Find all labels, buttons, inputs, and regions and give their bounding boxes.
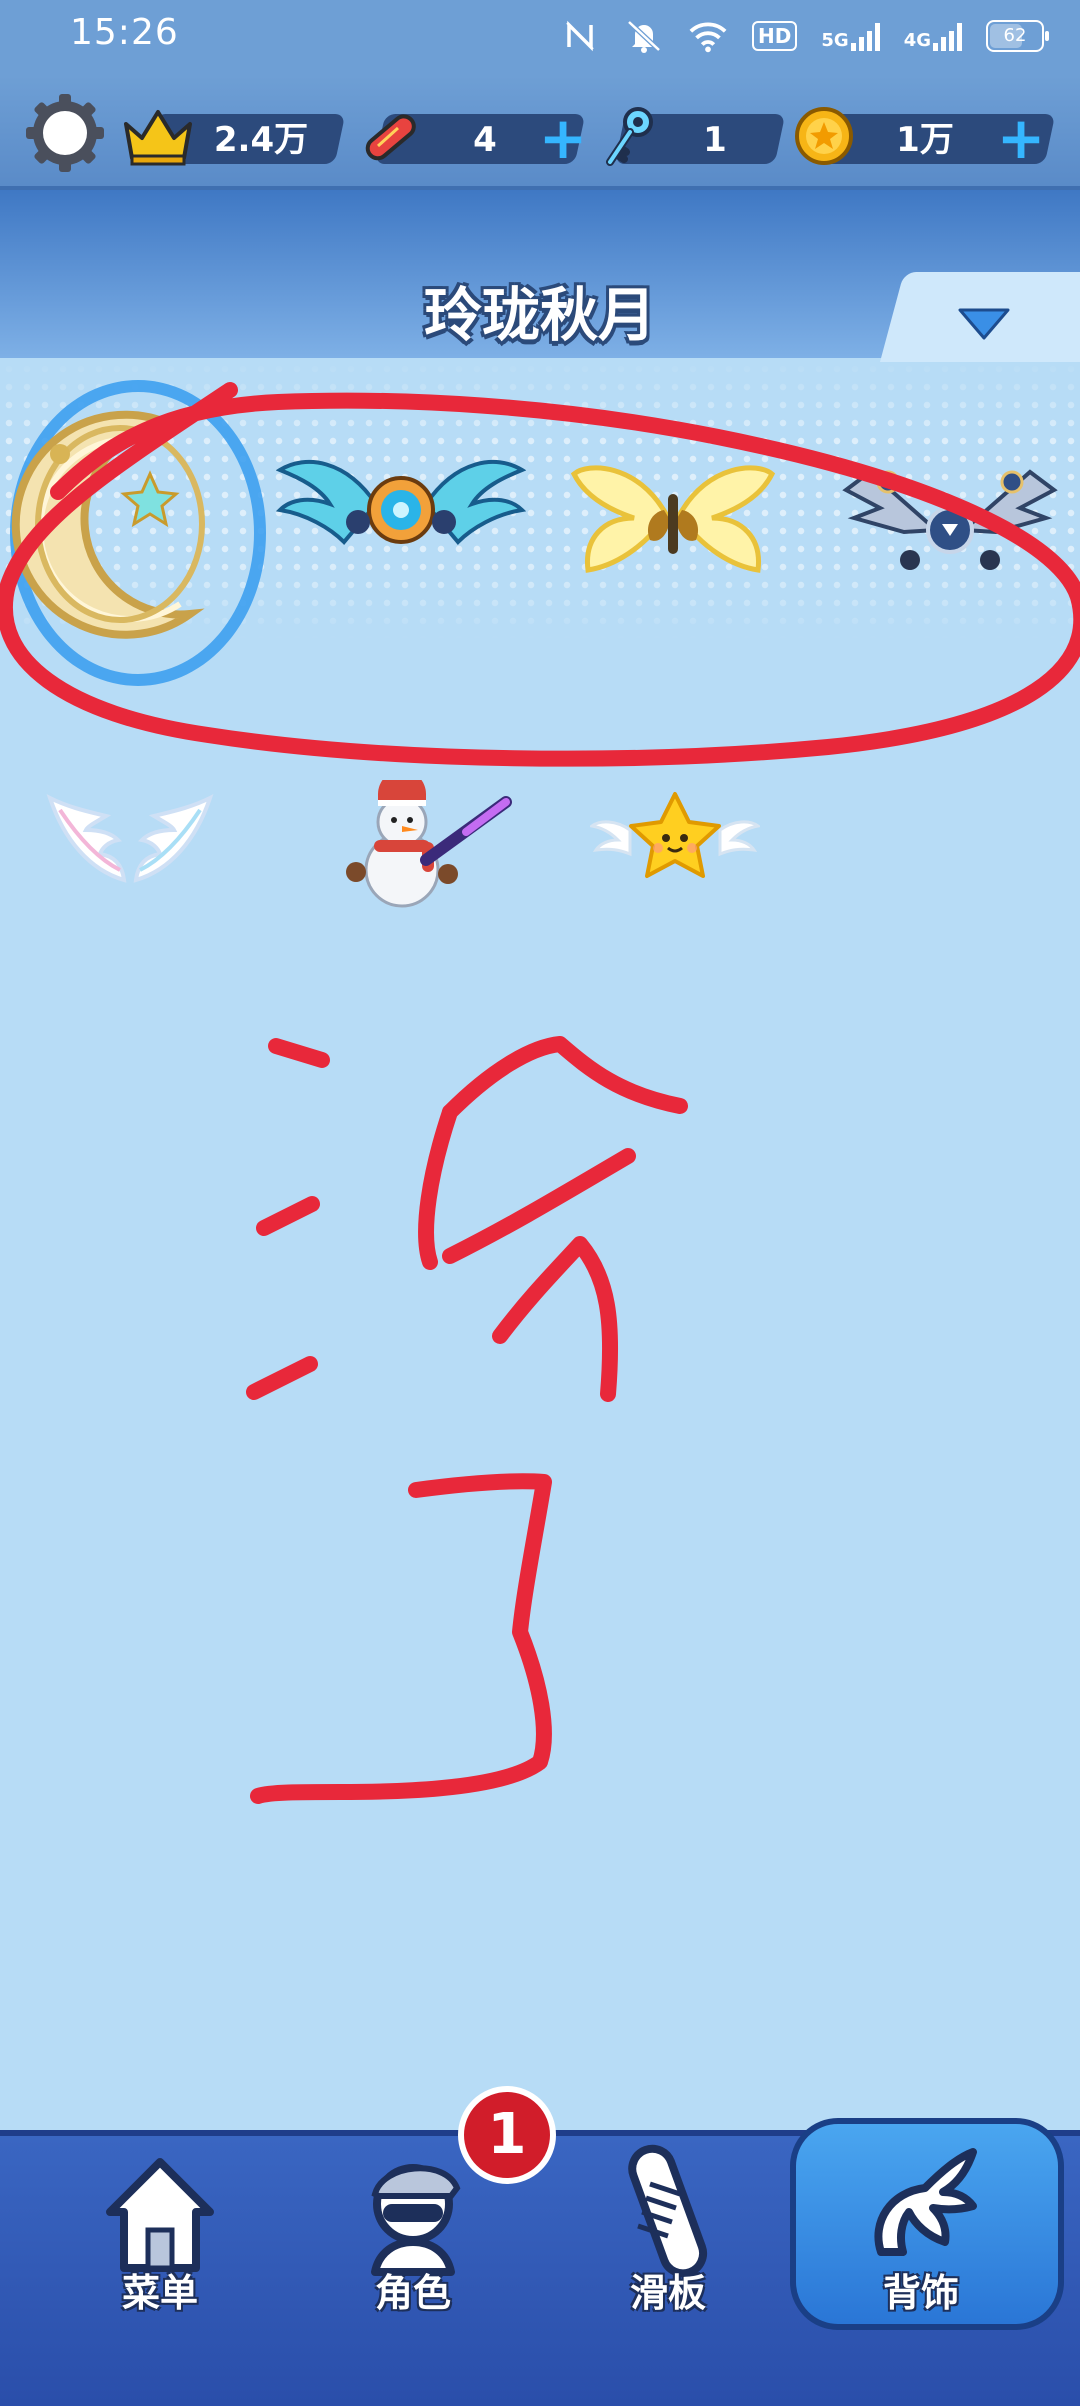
status-icons: HD 5G 4G 62 bbox=[560, 14, 1049, 58]
coin-count: 1万 bbox=[896, 120, 954, 160]
battery-level: 62 bbox=[1003, 25, 1027, 46]
5g-label: 5G bbox=[821, 30, 849, 51]
crown-icon bbox=[124, 110, 192, 166]
golden-butterfly-wings[interactable] bbox=[568, 454, 778, 594]
nfc-icon bbox=[560, 18, 600, 54]
nav-item-board[interactable]: 滑板 bbox=[553, 2142, 783, 2382]
nav-label-menu: 菜单 bbox=[121, 2271, 198, 2315]
add-coin-button[interactable]: + bbox=[996, 109, 1046, 167]
nav-item-back[interactable]: 背饰 bbox=[806, 2142, 1036, 2382]
page-title: 玲珑秋月 bbox=[423, 281, 656, 349]
moon-ring-backpack[interactable] bbox=[10, 384, 250, 664]
hd-voice-icon: HD bbox=[752, 21, 798, 51]
status-time: 15:26 bbox=[70, 12, 179, 53]
mecha-cyan-wings[interactable] bbox=[276, 440, 526, 570]
status-bar: 15:26 HD 5G 4G 62 bbox=[0, 0, 1080, 76]
4g-label: 4G bbox=[903, 30, 931, 51]
resource-bar: 2.4万 4 + 1 1万 + bbox=[0, 76, 1080, 190]
settings-gear-icon[interactable] bbox=[24, 92, 106, 174]
nav-label-back: 背饰 bbox=[882, 2271, 959, 2315]
crown-count: 2.4万 bbox=[213, 120, 309, 160]
angel-wings[interactable] bbox=[40, 790, 220, 900]
nav-label-board: 滑板 bbox=[629, 2271, 706, 2315]
board-ticket-icon bbox=[365, 114, 416, 161]
mecha-silver-wings[interactable] bbox=[840, 460, 1060, 580]
board-count: 4 bbox=[473, 120, 497, 160]
add-board-button[interactable]: + bbox=[538, 109, 588, 167]
role-notification-badge: 1 bbox=[458, 2086, 556, 2184]
4g-signal-icon: 4G bbox=[904, 21, 962, 51]
flying-star[interactable] bbox=[590, 790, 760, 890]
snowman-backpack[interactable] bbox=[326, 780, 516, 910]
nav-label-role: 角色 bbox=[374, 2271, 451, 2315]
wifi-icon bbox=[688, 18, 728, 54]
key-icon bbox=[606, 107, 653, 166]
coin-icon bbox=[795, 107, 853, 165]
5g-signal-icon: 5G bbox=[821, 21, 880, 51]
mute-bell-icon bbox=[624, 18, 664, 54]
battery-icon: 62 bbox=[986, 20, 1049, 52]
key-count: 1 bbox=[703, 120, 727, 160]
nav-item-menu[interactable]: 菜单 bbox=[45, 2142, 275, 2382]
